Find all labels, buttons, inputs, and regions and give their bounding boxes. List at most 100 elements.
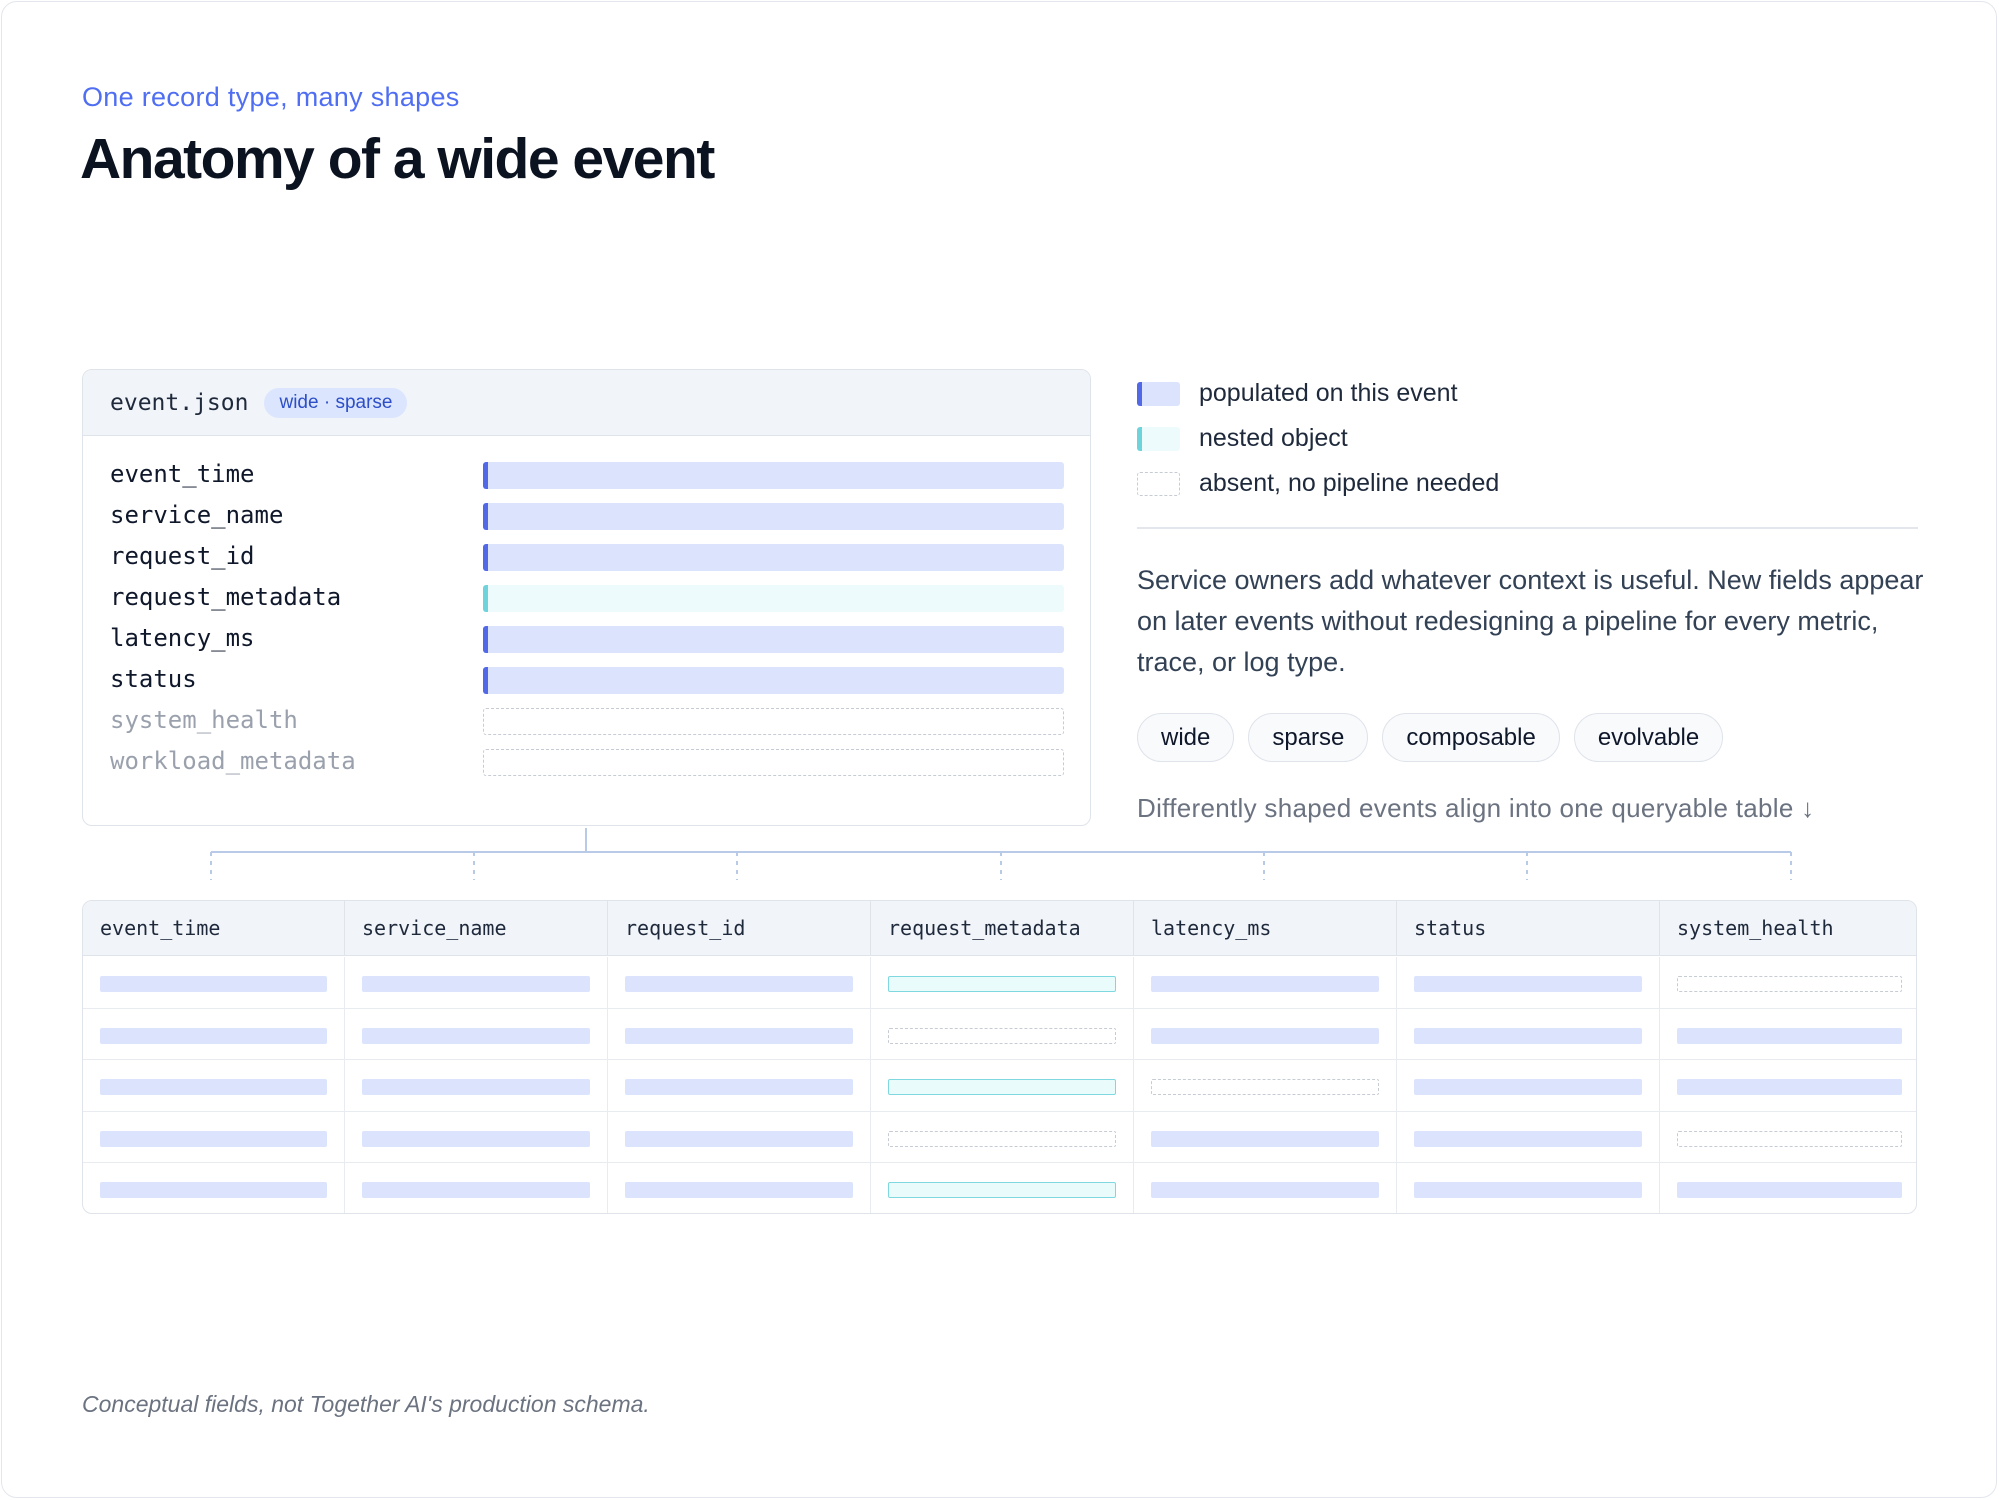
- table-cell: [1660, 1060, 1916, 1111]
- legend-swatch-absent: [1137, 472, 1180, 496]
- table-cell: [1397, 1008, 1660, 1059]
- cell-bar-populated: [100, 1027, 327, 1044]
- field-bar-populated: [483, 667, 1064, 694]
- field-name: event_time: [110, 460, 255, 488]
- table-cell: [1134, 1111, 1397, 1162]
- column-header: event_time: [83, 901, 345, 956]
- table-cell: [871, 957, 1134, 1008]
- cell-bar-populated: [1414, 1079, 1642, 1095]
- field-name: workload_metadata: [110, 747, 356, 775]
- event-shape-badge: wide · sparse: [264, 387, 408, 418]
- table-cell: [83, 957, 345, 1008]
- tag-list: wide sparse composable evolvable: [1137, 713, 1724, 762]
- table-cell: [345, 1008, 608, 1059]
- cell-bar-absent: [888, 1130, 1116, 1147]
- legend-label-nested: nested object: [1199, 424, 1348, 452]
- cell-bar-nested: [888, 976, 1116, 992]
- cell-bar-populated: [1151, 1130, 1379, 1147]
- cell-bar-populated: [100, 1182, 327, 1198]
- cell-bar-populated: [1414, 976, 1642, 992]
- cell-bar-populated: [625, 1027, 853, 1044]
- event-field-row: workload_metadata: [110, 746, 1070, 776]
- cell-bar-populated: [1677, 1182, 1902, 1198]
- cell-bar-populated: [362, 1182, 590, 1198]
- event-field-row: service_name: [110, 500, 1070, 530]
- field-name: service_name: [110, 501, 284, 529]
- table-cell: [1397, 1111, 1660, 1162]
- table-row: [83, 1163, 1916, 1213]
- table-cell: [1397, 1163, 1660, 1213]
- cell-bar-populated: [1677, 1027, 1902, 1044]
- event-filename: event.json: [110, 389, 249, 416]
- description-text: Service owners add whatever context is u…: [1137, 565, 1924, 677]
- table-cell: [1134, 1060, 1397, 1111]
- table-cell: [608, 1060, 871, 1111]
- cell-bar-populated: [1677, 1079, 1902, 1095]
- cell-bar-populated: [625, 1130, 853, 1147]
- cell-bar-nested: [888, 1182, 1116, 1198]
- event-field-row: request_metadata: [110, 582, 1070, 612]
- event-field-row: system_health: [110, 705, 1070, 735]
- event-field-row: request_id: [110, 541, 1070, 571]
- cell-bar-populated: [1414, 1130, 1642, 1147]
- column-header: request_metadata: [871, 901, 1134, 956]
- table-cell: [83, 1060, 345, 1111]
- table-cell: [608, 957, 871, 1008]
- legend-swatch-populated: [1137, 382, 1180, 406]
- field-name: request_id: [110, 542, 255, 570]
- cell-bar-populated: [362, 1079, 590, 1095]
- table-cell: [1660, 957, 1916, 1008]
- table-row: [83, 1008, 1916, 1060]
- cell-bar-nested: [888, 1079, 1116, 1095]
- column-header: request_id: [608, 901, 871, 956]
- footnote: Conceptual fields, not Together AI's pro…: [82, 1391, 650, 1417]
- table-cell: [83, 1163, 345, 1213]
- table-cell: [1660, 1009, 1916, 1060]
- legend-label-populated: populated on this event: [1199, 379, 1458, 407]
- eyebrow-label: One record type, many shapes: [82, 82, 460, 112]
- cell-bar-populated: [1414, 1027, 1642, 1044]
- legend-divider: [1137, 527, 1918, 529]
- table-cell: [1134, 1008, 1397, 1059]
- cell-bar-populated: [625, 1182, 853, 1198]
- field-bar-populated: [483, 626, 1064, 653]
- event-json-card: event.json wide · sparse event_timeservi…: [82, 369, 1091, 826]
- table-cell: [608, 1008, 871, 1059]
- cell-bar-populated: [1414, 1182, 1642, 1198]
- cell-bar-populated: [100, 976, 327, 992]
- table-cell: [345, 957, 608, 1008]
- cell-bar-populated: [100, 1130, 327, 1147]
- table-cell: [871, 1060, 1134, 1111]
- table-cell: [1397, 957, 1660, 1008]
- legend-swatch-nested: [1137, 427, 1180, 451]
- cell-bar-absent: [1677, 1130, 1902, 1147]
- tag-chip: wide: [1137, 713, 1235, 762]
- field-name: request_metadata: [110, 583, 342, 611]
- table-cell: [83, 1111, 345, 1162]
- table-cell: [1660, 1112, 1916, 1163]
- cell-bar-populated: [362, 976, 590, 992]
- event-field-row: latency_ms: [110, 623, 1070, 653]
- field-name: system_health: [110, 706, 298, 734]
- field-bar-absent: [483, 708, 1064, 735]
- page-title: Anatomy of a wide event: [80, 127, 715, 191]
- table-cell: [1660, 1163, 1916, 1213]
- table-cell: [871, 1163, 1134, 1213]
- table-cell: [1397, 1060, 1660, 1111]
- column-header: service_name: [345, 901, 608, 956]
- table-row: [83, 957, 1916, 1009]
- field-bar-absent: [483, 749, 1064, 776]
- cell-bar-populated: [362, 1130, 590, 1147]
- table-cell: [608, 1111, 871, 1162]
- column-header: status: [1397, 901, 1660, 956]
- table-cell: [871, 1008, 1134, 1059]
- table-row: [83, 1060, 1916, 1112]
- tag-chip: evolvable: [1573, 713, 1724, 762]
- table-cell: [608, 1163, 871, 1213]
- tag-chip: sparse: [1248, 713, 1369, 762]
- field-name: status: [110, 665, 197, 693]
- table-cell: [871, 1111, 1134, 1162]
- field-bar-populated: [483, 503, 1064, 530]
- cell-bar-populated: [1151, 976, 1379, 992]
- table-cell: [345, 1111, 608, 1162]
